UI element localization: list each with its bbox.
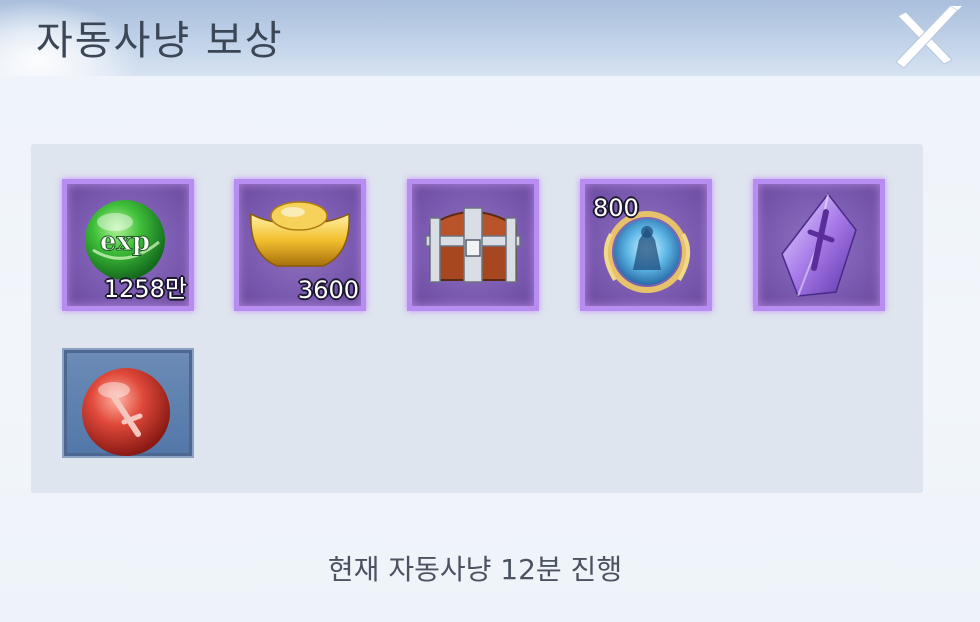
reward-quantity: 1258만: [103, 275, 187, 303]
reward-slot-spirit[interactable]: 800: [580, 179, 712, 311]
svg-text:exp: exp: [100, 227, 150, 257]
reward-slot-crystal[interactable]: [753, 179, 885, 311]
reward-slot-chest[interactable]: [407, 179, 539, 311]
close-button[interactable]: [884, 4, 968, 72]
reward-quantity: 3600: [297, 276, 359, 304]
page-title: 자동사냥 보상: [36, 18, 284, 64]
close-icon: [895, 4, 964, 69]
purple-crystal-icon: [781, 192, 857, 297]
red-sword-orb-icon: [82, 368, 170, 456]
reward-slot-gold[interactable]: 3600: [234, 179, 366, 311]
reward-quantity: 800: [593, 194, 639, 222]
reward-panel: exp 1258만 3600 800: [31, 144, 923, 493]
auto-hunt-status: 현재 자동사냥 12분 진행: [327, 553, 623, 586]
reward-slot-exp[interactable]: exp 1258만: [62, 179, 194, 311]
header-bar: 자동사냥 보상: [0, 0, 980, 76]
reward-slot-red-orb[interactable]: [62, 348, 194, 458]
treasure-chest-icon: [425, 207, 521, 283]
